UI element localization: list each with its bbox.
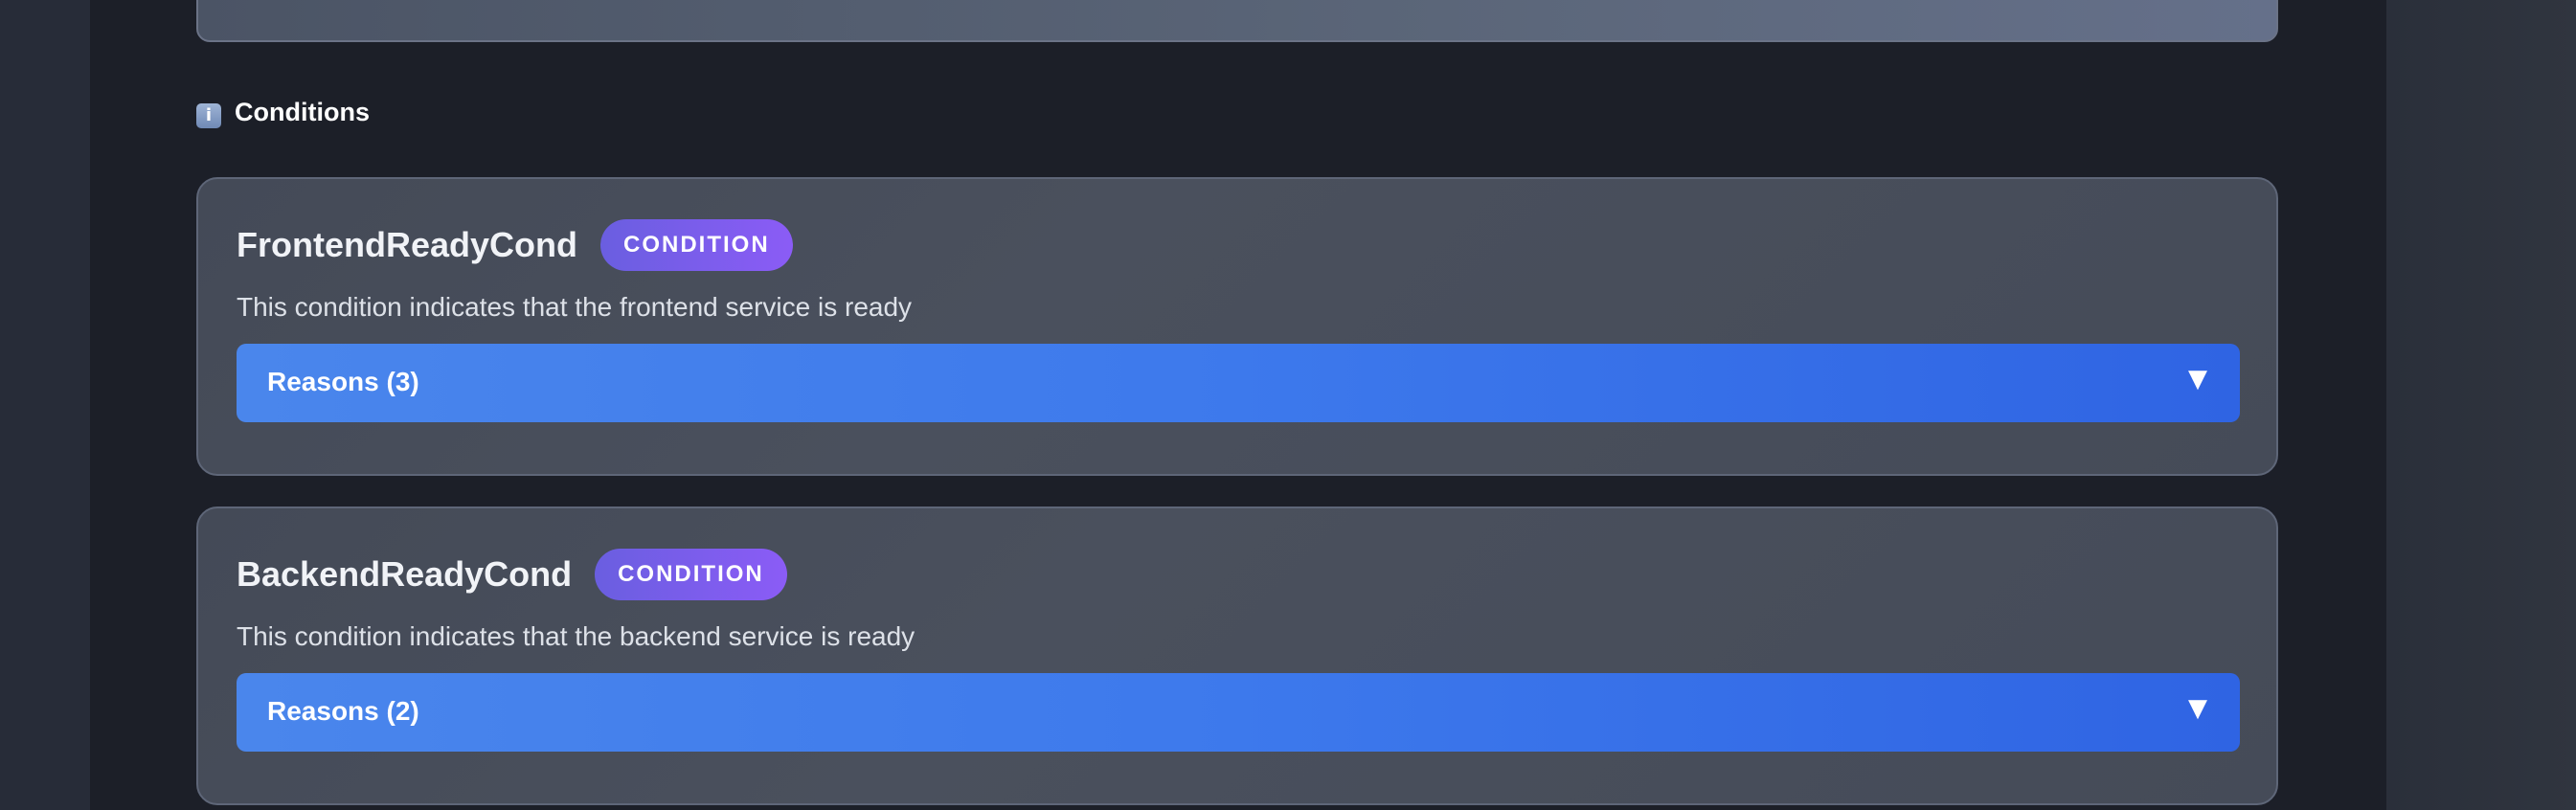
condition-description: This condition indicates that the backen…	[237, 621, 915, 651]
conditions-section-header: i Conditions	[196, 96, 370, 128]
reasons-label: Reasons (3)	[267, 367, 419, 396]
condition-card-backend: BackendReadyCond CONDITION This conditio…	[196, 506, 2278, 805]
chevron-down-icon: ▼	[2188, 694, 2207, 723]
condition-name: FrontendReadyCond	[237, 225, 577, 264]
previous-panel	[196, 0, 2278, 42]
condition-badge: CONDITION	[600, 219, 793, 271]
reasons-toggle-button[interactable]: Reasons (3) ▼	[237, 344, 2240, 422]
right-gutter	[2386, 0, 2576, 810]
reasons-label: Reasons (2)	[267, 696, 419, 726]
chevron-down-icon: ▼	[2188, 365, 2207, 394]
condition-badge: CONDITION	[595, 549, 787, 600]
condition-name: BackendReadyCond	[237, 554, 573, 594]
reasons-toggle-button[interactable]: Reasons (2) ▼	[237, 673, 2240, 752]
card-title-row: BackendReadyCond CONDITION	[237, 549, 787, 600]
page: i Conditions FrontendReadyCond CONDITION…	[0, 0, 2576, 810]
condition-description: This condition indicates that the fronte…	[237, 292, 913, 322]
info-icon: i	[196, 103, 221, 128]
content-area: i Conditions FrontendReadyCond CONDITION…	[90, 0, 2386, 810]
card-title-row: FrontendReadyCond CONDITION	[237, 219, 793, 271]
section-title: Conditions	[235, 97, 370, 126]
condition-card-frontend: FrontendReadyCond CONDITION This conditi…	[196, 177, 2278, 476]
